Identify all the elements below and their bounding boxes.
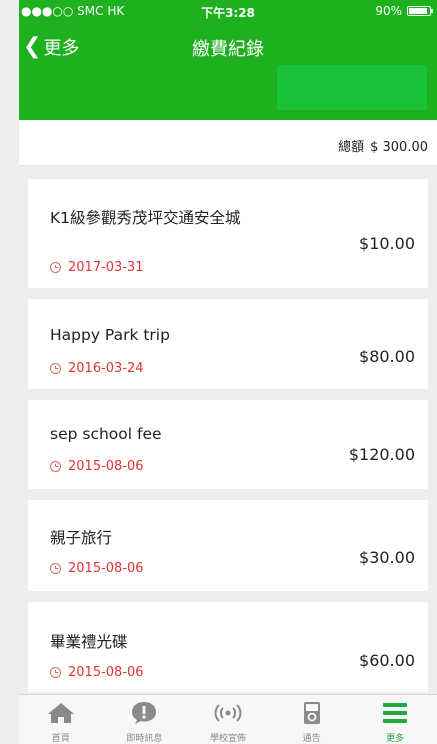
record-title: sep school fee — [50, 425, 162, 443]
total-amount: 總額 $ 300.00 — [338, 136, 428, 155]
record-title: Happy Park trip — [50, 326, 170, 344]
app-screen: ●●●○○ SMC HK 下午3:28 90% ❮ 更多 繳費紀錄 總額 $ 30… — [19, 0, 437, 744]
status-bar: ●●●○○ SMC HK 下午3:28 90% — [19, 0, 437, 22]
record-date-text: 2015-08-06 — [68, 665, 144, 680]
record-amount: $10.00 — [359, 234, 415, 253]
record-title: K1級參觀秀茂坪交通安全城 — [50, 209, 241, 227]
record-title: 畢業禮光碟 — [50, 633, 128, 651]
total-value: $ 300.00 — [370, 140, 428, 155]
record-date-text: 2015-08-06 — [68, 459, 144, 474]
clock-icon — [50, 667, 61, 678]
record-date: 2017-03-31 — [50, 260, 144, 275]
record-date-text: 2015-08-06 — [68, 561, 144, 576]
record-date-text: 2016-03-24 — [68, 361, 144, 376]
battery-percent: 90% — [375, 4, 402, 18]
clock-icon — [50, 461, 61, 472]
tab-label: 通告 — [302, 734, 321, 744]
tab-notices[interactable]: 通告 — [270, 695, 354, 744]
payment-record-card[interactable]: 親子旅行 2015-08-06 $30.00 — [28, 500, 428, 591]
payment-record-card[interactable]: Happy Park trip 2016-03-24 $80.00 — [28, 299, 428, 389]
tab-more[interactable]: 更多 — [353, 695, 437, 744]
clock-icon — [50, 563, 61, 574]
clock-time: 下午3:28 — [201, 6, 255, 20]
bottom-tab-bar: 首頁 即時訊息 學校宣佈 通告 更多 — [19, 694, 437, 744]
nav-bar: ❮ 更多 繳費紀錄 — [19, 22, 437, 120]
total-summary-bar: 總額 $ 300.00 — [19, 120, 437, 166]
payment-record-card[interactable]: sep school fee 2015-08-06 $120.00 — [28, 400, 428, 489]
record-amount: $60.00 — [359, 651, 415, 670]
record-date: 2015-08-06 — [50, 459, 144, 474]
record-date: 2016-03-24 — [50, 361, 144, 376]
total-label: 總額 — [338, 140, 365, 155]
home-icon — [47, 703, 74, 723]
tab-messages[interactable]: 即時訊息 — [103, 695, 187, 744]
payment-record-card[interactable]: K1級參觀秀茂坪交通安全城 2017-03-31 $10.00 — [28, 179, 428, 288]
tab-label: 學校宣佈 — [209, 734, 246, 744]
message-icon — [132, 702, 157, 724]
payment-record-card[interactable]: 畢業禮光碟 2015-08-06 $60.00 — [28, 602, 428, 692]
record-date: 2015-08-06 — [50, 561, 144, 576]
tab-announcements[interactable]: 學校宣佈 — [186, 695, 270, 744]
tab-home[interactable]: 首頁 — [19, 695, 103, 744]
record-amount: $120.00 — [348, 445, 415, 464]
header-banner-block — [277, 65, 427, 110]
page-title: 繳費紀錄 — [192, 39, 264, 60]
menu-icon — [383, 703, 408, 723]
record-title: 親子旅行 — [50, 529, 113, 547]
clock-icon — [50, 262, 61, 273]
record-date-text: 2017-03-31 — [68, 260, 144, 275]
record-amount: $30.00 — [359, 548, 415, 567]
payment-record-list: K1級參觀秀茂坪交通安全城 2017-03-31 $10.00 Happy Pa… — [28, 179, 428, 703]
record-amount: $80.00 — [359, 347, 415, 366]
tab-label: 即時訊息 — [126, 734, 163, 744]
battery-icon — [407, 6, 433, 16]
broadcast-icon — [214, 704, 242, 722]
notice-icon — [303, 702, 320, 724]
clock-icon — [50, 363, 61, 374]
status-right: 90% — [375, 4, 433, 18]
record-date: 2015-08-06 — [50, 665, 144, 680]
tab-label: 首頁 — [51, 734, 70, 744]
tab-label: 更多 — [386, 734, 405, 744]
